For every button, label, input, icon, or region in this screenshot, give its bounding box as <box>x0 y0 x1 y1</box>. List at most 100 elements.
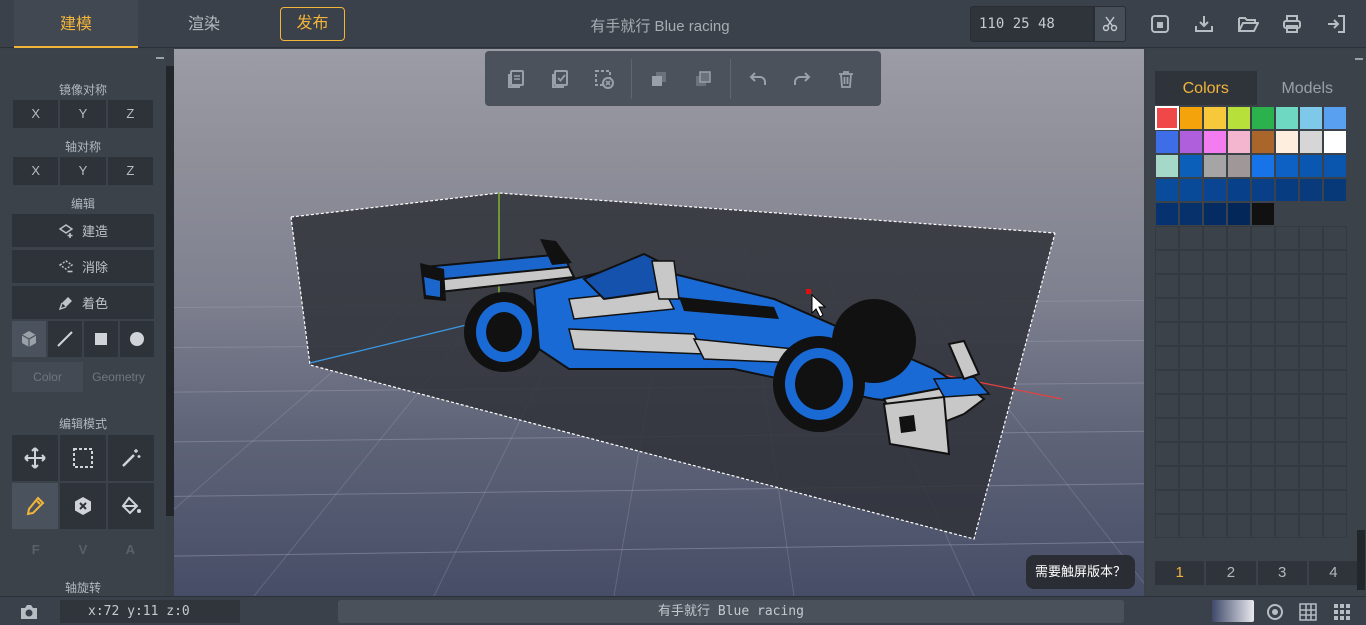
color-swatch[interactable] <box>1251 226 1275 250</box>
magic-wand-button[interactable] <box>108 435 154 481</box>
color-swatch[interactable] <box>1155 226 1179 250</box>
color-swatch[interactable] <box>1155 514 1179 538</box>
color-swatch[interactable] <box>1155 178 1179 202</box>
color-swatch[interactable] <box>1251 514 1275 538</box>
color-swatch[interactable] <box>1179 466 1203 490</box>
color-swatch[interactable] <box>1179 298 1203 322</box>
color-swatch[interactable] <box>1275 202 1299 226</box>
color-swatch[interactable] <box>1227 298 1251 322</box>
vertex-mode[interactable]: V <box>59 542 106 562</box>
right-scrollbar[interactable] <box>1357 530 1365 590</box>
color-swatch[interactable] <box>1227 490 1251 514</box>
minimize-icon[interactable] <box>1353 52 1365 66</box>
color-swatch[interactable] <box>1275 466 1299 490</box>
delete-button[interactable] <box>829 62 863 96</box>
color-swatch[interactable] <box>1155 370 1179 394</box>
color-swatch[interactable] <box>1227 130 1251 154</box>
color-swatch[interactable] <box>1323 466 1347 490</box>
color-swatch[interactable] <box>1227 466 1251 490</box>
color-swatch[interactable] <box>1203 178 1227 202</box>
color-swatch[interactable] <box>1299 394 1323 418</box>
mirror-y-button[interactable]: Y <box>59 99 107 129</box>
color-swatch[interactable] <box>1299 298 1323 322</box>
color-swatch[interactable] <box>1251 178 1275 202</box>
color-swatch[interactable] <box>1323 154 1347 178</box>
touch-version-button[interactable]: 需要触屏版本？ <box>1026 555 1135 589</box>
color-swatch[interactable] <box>1203 418 1227 442</box>
cut-button[interactable] <box>587 62 621 96</box>
color-swatch[interactable] <box>1179 178 1203 202</box>
color-swatch[interactable] <box>1275 490 1299 514</box>
download-icon[interactable] <box>1192 12 1216 36</box>
mirror-x-button[interactable]: X <box>12 99 60 129</box>
build-button[interactable]: 建造 <box>12 214 154 247</box>
tab-rendering[interactable]: 渲染 <box>146 0 262 48</box>
erase-button[interactable]: 消除 <box>12 250 154 283</box>
color-swatch[interactable] <box>1299 250 1323 274</box>
palette-page-4[interactable]: 4 <box>1308 561 1358 585</box>
color-swatch[interactable] <box>1275 130 1299 154</box>
redo-button[interactable] <box>785 62 819 96</box>
color-swatch[interactable] <box>1275 298 1299 322</box>
color-swatch[interactable] <box>1155 274 1179 298</box>
color-swatch[interactable] <box>1155 346 1179 370</box>
exit-icon[interactable] <box>1324 12 1348 36</box>
color-swatch[interactable] <box>1299 106 1323 130</box>
color-swatch[interactable] <box>1179 130 1203 154</box>
color-swatch[interactable] <box>1227 322 1251 346</box>
color-swatch[interactable] <box>1227 418 1251 442</box>
color-swatch[interactable] <box>1323 202 1347 226</box>
color-swatch[interactable] <box>1323 250 1347 274</box>
color-swatch[interactable] <box>1299 346 1323 370</box>
mirror-z-button[interactable]: Z <box>106 99 154 129</box>
color-swatch[interactable] <box>1251 466 1275 490</box>
copy-button[interactable] <box>499 62 533 96</box>
tab-models[interactable]: Models <box>1256 71 1358 105</box>
dots-grid-icon[interactable] <box>1331 601 1353 623</box>
all-mode[interactable]: A <box>107 542 154 562</box>
palette-page-2[interactable]: 2 <box>1206 561 1256 585</box>
color-swatch[interactable] <box>1155 490 1179 514</box>
palette-page-3[interactable]: 3 <box>1257 561 1307 585</box>
color-swatch[interactable] <box>1275 274 1299 298</box>
color-swatch[interactable] <box>1299 514 1323 538</box>
color-swatch[interactable] <box>1299 226 1323 250</box>
line-shape-button[interactable] <box>48 321 82 357</box>
square-shape-button[interactable] <box>84 321 118 357</box>
color-swatch[interactable] <box>1323 130 1347 154</box>
axis-z-button[interactable]: Z <box>106 156 154 186</box>
color-swatch[interactable] <box>1251 250 1275 274</box>
color-swatch[interactable] <box>1323 106 1347 130</box>
color-swatch[interactable] <box>1251 394 1275 418</box>
color-swatch[interactable] <box>1155 322 1179 346</box>
color-swatch[interactable] <box>1275 514 1299 538</box>
color-swatch[interactable] <box>1275 178 1299 202</box>
color-swatch[interactable] <box>1299 322 1323 346</box>
color-swatch[interactable] <box>1203 322 1227 346</box>
palette-page-1[interactable]: 1 <box>1155 561 1205 585</box>
tab-colors[interactable]: Colors <box>1155 71 1257 105</box>
color-swatch[interactable] <box>1227 442 1251 466</box>
color-swatch[interactable] <box>1299 178 1323 202</box>
color-swatch[interactable] <box>1227 370 1251 394</box>
color-swatch[interactable] <box>1251 106 1275 130</box>
color-swatch[interactable] <box>1275 226 1299 250</box>
color-swatch[interactable] <box>1179 442 1203 466</box>
color-swatch[interactable] <box>1275 346 1299 370</box>
move-tool-button[interactable] <box>12 435 58 481</box>
color-swatch[interactable] <box>1203 514 1227 538</box>
color-swatch[interactable] <box>1179 226 1203 250</box>
color-swatch[interactable] <box>1275 442 1299 466</box>
color-swatch[interactable] <box>1155 154 1179 178</box>
camera-icon[interactable] <box>18 601 40 623</box>
delete-voxel-button[interactable] <box>60 483 106 529</box>
color-swatch[interactable] <box>1323 322 1347 346</box>
color-swatch[interactable] <box>1179 106 1203 130</box>
color-swatch[interactable] <box>1275 154 1299 178</box>
color-swatch[interactable] <box>1299 154 1323 178</box>
select-tool-button[interactable] <box>60 435 106 481</box>
undo-button[interactable] <box>741 62 775 96</box>
color-swatch[interactable] <box>1203 394 1227 418</box>
open-folder-icon[interactable] <box>1236 12 1260 36</box>
color-swatch[interactable] <box>1275 370 1299 394</box>
